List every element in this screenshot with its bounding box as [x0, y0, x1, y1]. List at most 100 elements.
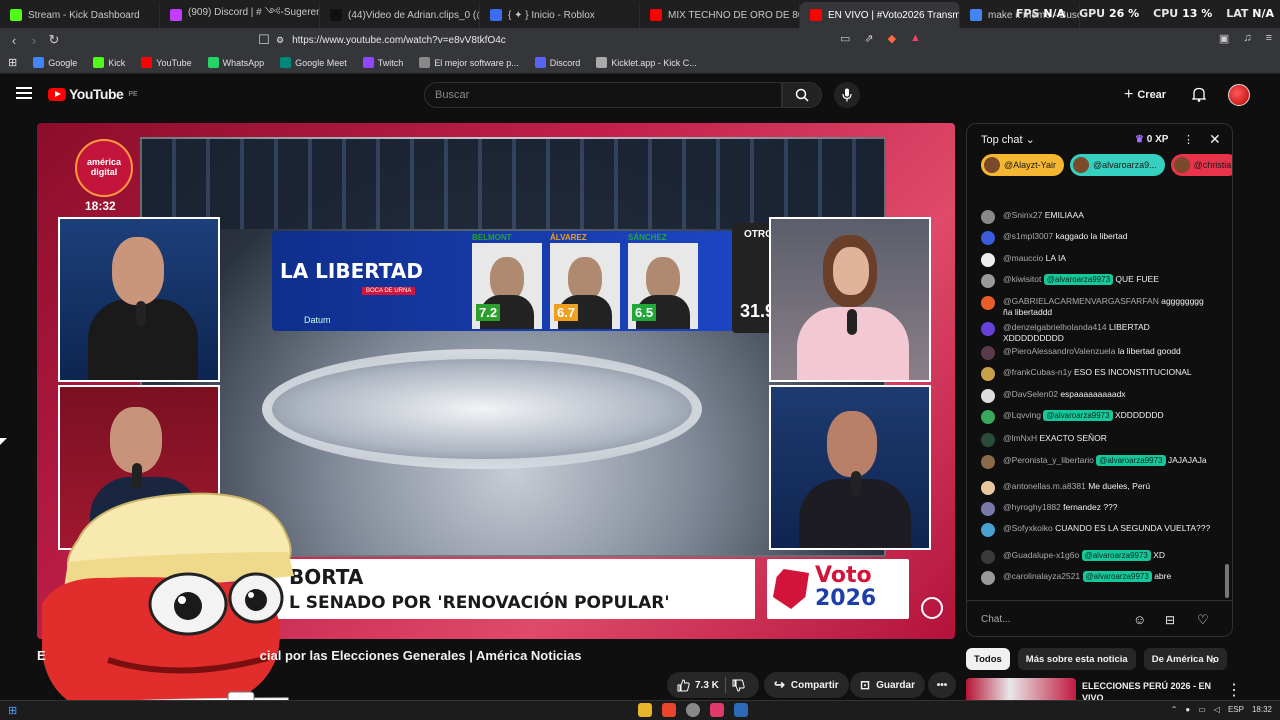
chat-author[interactable]: @PieroAlessandroValenzuela	[1003, 346, 1115, 356]
supporter-chip[interactable]: @alvaroarza9...	[1069, 154, 1165, 176]
browser-tab[interactable]: MIX TECHNO DE ORO DE 80's & 90	[640, 2, 800, 28]
chat-mention[interactable]: @alvaroarza9973	[1043, 274, 1114, 285]
site-info-icon[interactable]: ⚙	[276, 35, 284, 46]
chat-mention[interactable]: @alvaroarza9973	[1096, 455, 1166, 466]
rewards-icon[interactable]: ▲	[910, 32, 921, 45]
bookmark-item[interactable]: Google Meet	[272, 57, 355, 68]
file-explorer-icon[interactable]	[638, 703, 652, 717]
chat-input[interactable]: Chat...	[981, 610, 1131, 628]
chat-avatar[interactable]	[981, 231, 995, 245]
bookmark-item[interactable]: Google	[25, 57, 85, 68]
chat-author[interactable]: @kiwisitot	[1003, 274, 1041, 284]
brave-shield-icon[interactable]: ◆	[888, 32, 896, 45]
chat-author[interactable]: @hyroghy1882	[1003, 502, 1061, 512]
user-avatar[interactable]	[1228, 84, 1250, 106]
more-actions-button[interactable]: •••	[928, 672, 956, 698]
related-chip[interactable]: Todos	[966, 648, 1010, 670]
brave-icon[interactable]	[662, 703, 676, 717]
chat-author[interactable]: @Guadalupe-x1g6o	[1003, 550, 1079, 560]
chat-avatar[interactable]	[981, 455, 995, 469]
xp-badge[interactable]: ♛ 0 XP	[1135, 134, 1168, 145]
close-chat-icon[interactable]: ✕	[1209, 131, 1221, 148]
forward-icon[interactable]: ›	[24, 33, 44, 48]
bookmark-item[interactable]: YouTube	[133, 57, 199, 68]
chat-avatar[interactable]	[981, 523, 995, 537]
browser-menu-icon[interactable]: ≡	[1266, 32, 1272, 45]
language-indicator[interactable]: ESP	[1228, 705, 1244, 714]
bookmark-item[interactable]: WhatsApp	[200, 57, 273, 68]
bookmark-item[interactable]: Discord	[527, 57, 589, 68]
search-button[interactable]	[782, 82, 822, 108]
chat-author[interactable]: @frankCubas-n1y	[1003, 367, 1072, 377]
related-chip[interactable]: Más sobre esta noticia	[1017, 648, 1136, 670]
chat-avatar[interactable]	[981, 274, 995, 288]
network-icon[interactable]: ▭	[1198, 705, 1206, 714]
emoji-icon[interactable]: ☺	[1133, 612, 1146, 627]
share-page-icon[interactable]: ⇗	[864, 32, 873, 45]
url-field[interactable]: ⚙ https://www.youtube.com/watch?v=e8vV8t…	[276, 32, 506, 48]
chat-more-icon[interactable]: ⋮	[1183, 133, 1194, 146]
chat-author[interactable]: @denzelgabrielholanda414	[1003, 322, 1107, 332]
chat-avatar[interactable]	[981, 253, 995, 267]
reload-icon[interactable]: ↻	[44, 32, 64, 48]
dislike-button[interactable]	[732, 679, 745, 692]
browser-tab[interactable]: (909) Discord | # ༺-Sugerencias-de	[160, 2, 320, 28]
chat-mention[interactable]: @alvaroarza9973	[1081, 550, 1151, 561]
chat-avatar[interactable]	[981, 481, 995, 495]
chat-author[interactable]: @GABRIELACARMENVARGASFARFAN	[1003, 296, 1159, 306]
clock[interactable]: 18:32	[1252, 705, 1272, 714]
chevron-right-icon[interactable]: ›	[1212, 653, 1216, 667]
supporter-chip[interactable]: @christia	[1170, 154, 1232, 176]
chat-avatar[interactable]	[981, 296, 995, 310]
obs-icon[interactable]	[686, 703, 700, 717]
chat-avatar[interactable]	[981, 410, 995, 424]
apps-icon[interactable]: ⊞	[0, 56, 25, 69]
chat-mode-dropdown[interactable]: Top chat ⌄	[981, 133, 1035, 146]
search-input[interactable]: Buscar	[424, 82, 782, 108]
share-button[interactable]: ↪ Compartir	[764, 672, 849, 698]
chat-author[interactable]: @antonellas.m.a8381	[1003, 481, 1086, 491]
chat-author[interactable]: @DavSelen02	[1003, 389, 1058, 399]
chat-avatar[interactable]	[981, 502, 995, 516]
chat-author[interactable]: @carolinalayza2521	[1003, 571, 1080, 581]
chat-avatar[interactable]	[981, 210, 995, 224]
chat-author[interactable]: @Sninx27	[1003, 210, 1042, 220]
chat-author[interactable]: @Peronista_y_libertario	[1003, 455, 1094, 465]
chat-avatar[interactable]	[981, 433, 995, 447]
like-button[interactable]: 7.3 K	[677, 678, 719, 692]
chat-avatar[interactable]	[981, 389, 995, 403]
chat-avatar[interactable]	[981, 571, 995, 585]
start-icon[interactable]: ⊞	[8, 704, 17, 717]
volume-icon[interactable]: ◁	[1214, 705, 1220, 714]
chat-scrollbar[interactable]	[1225, 564, 1229, 598]
supporter-chip[interactable]: @Alayzt-Yair	[981, 154, 1064, 176]
mic-tray-icon[interactable]: ●	[1185, 705, 1190, 714]
create-button[interactable]: + Crear	[1124, 83, 1166, 107]
heart-icon[interactable]: ♡	[1197, 612, 1209, 628]
bookmark-item[interactable]: Kicklet.app - Kick C...	[588, 57, 705, 68]
chat-author[interactable]: @Sofyxkoiko	[1003, 523, 1053, 533]
super-chat-icon[interactable]: ⊟	[1165, 613, 1175, 627]
cast-icon[interactable]: ▭	[840, 32, 850, 45]
chat-author[interactable]: @mauccio	[1003, 253, 1043, 263]
back-icon[interactable]: ‹	[4, 33, 24, 48]
bookmark-page-icon[interactable]: ☐	[254, 32, 274, 48]
save-button[interactable]: ⊡ Guardar	[850, 672, 925, 698]
notifications-bell-icon[interactable]	[1191, 86, 1207, 107]
browser-tab[interactable]: EN VIVO | #Voto2026 Transm✕	[800, 2, 960, 28]
youtube-logo[interactable]: YouTube PE	[48, 86, 138, 102]
hamburger-menu-icon[interactable]	[16, 87, 32, 99]
chat-author[interactable]: @lmNxH	[1003, 433, 1037, 443]
chat-author[interactable]: @Lqvving	[1003, 410, 1041, 420]
steam-icon[interactable]	[734, 703, 748, 717]
bookmark-item[interactable]: Kick	[85, 57, 133, 68]
chat-avatar[interactable]	[981, 322, 995, 336]
media-icon[interactable]: ♫	[1243, 32, 1251, 45]
browser-tab[interactable]: (44)Video de Adrian.clips_0 (@adri	[320, 2, 480, 28]
chat-mention[interactable]: @alvaroarza9973	[1043, 410, 1113, 421]
browser-tab[interactable]: Stream - Kick Dashboard	[0, 2, 160, 28]
sidebar-toggle-icon[interactable]: ▣	[1219, 32, 1229, 45]
browser-tab[interactable]: { ✦ } Inicio - Roblox	[480, 2, 640, 28]
chat-mention[interactable]: @alvaroarza9973	[1082, 571, 1152, 582]
chat-avatar[interactable]	[981, 550, 995, 564]
